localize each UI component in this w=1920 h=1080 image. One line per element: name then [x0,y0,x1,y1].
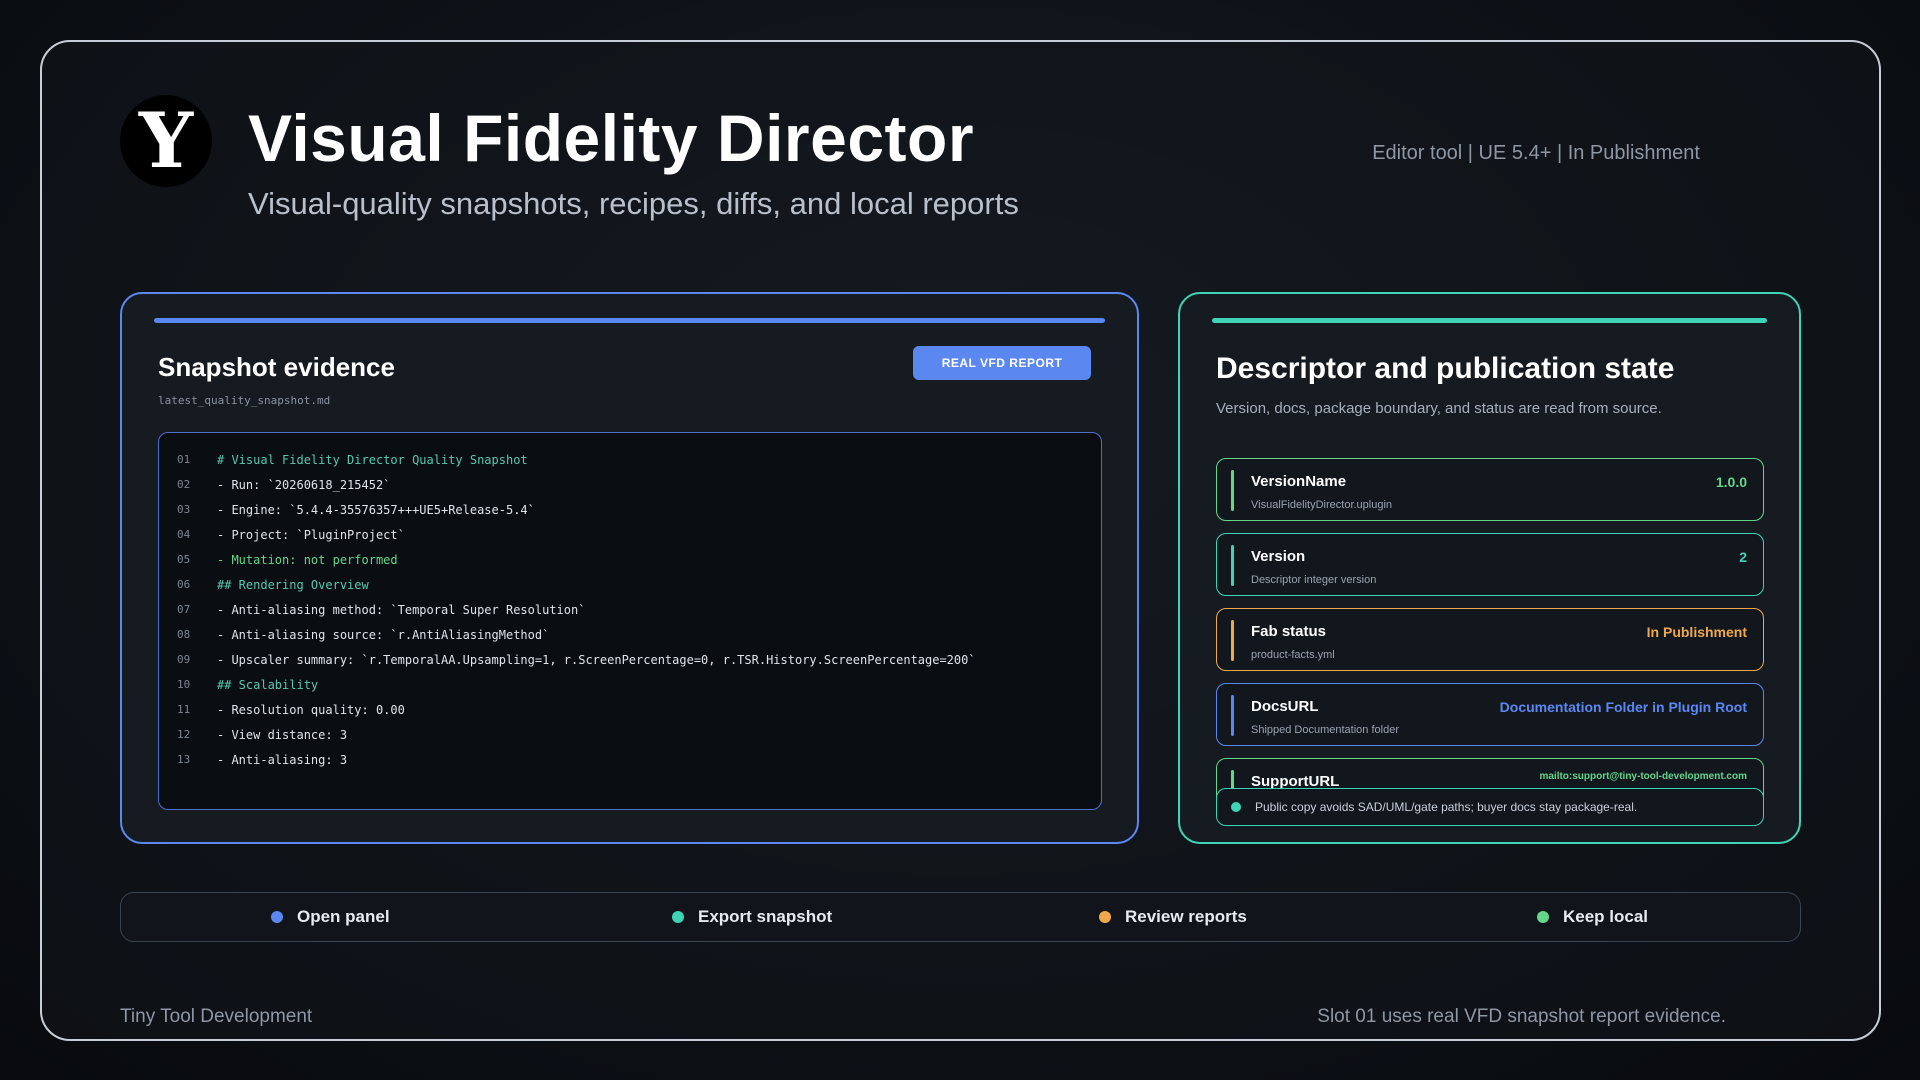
code-line: 07 - Anti-aliasing method: `Temporal Supe… [159,597,1101,622]
keep-local-action[interactable]: Keep local [1537,907,1648,927]
code-line: 08 - Anti-aliasing source: `r.AntiAliasin… [159,622,1101,647]
code-line: 01 # Visual Fidelity Director Quality Sna… [159,447,1101,472]
line-number: 02 [177,478,191,491]
line-text: - Run: `20260618_215452` [217,477,391,492]
line-text: - View distance: 3 [217,727,348,742]
action-dot-icon [672,911,684,923]
card-name: Version [1251,548,1306,565]
panel-accent-bar [154,318,1105,323]
real-vfd-report-button[interactable]: REAL VFD REPORT [913,346,1091,380]
code-line: 06 ## Rendering Overview [159,572,1101,597]
line-text: - Anti-aliasing source: `r.AntiAliasingM… [217,627,550,642]
code-line: 04 - Project: `PluginProject` [159,522,1101,547]
export-snapshot-action[interactable]: Export snapshot [672,907,832,927]
card-value: 2 [1739,549,1747,565]
card-name: VersionName [1251,473,1347,490]
descriptor-panel: Descriptor and publication state Version… [1178,292,1801,844]
logo-letter: Y [138,96,194,185]
card-subtitle: product-facts.yml [1251,649,1335,661]
card-accent-bar [1231,620,1234,661]
code-line: 11 - Resolution quality: 0.00 [159,697,1101,722]
line-text: - Anti-aliasing: 3 [217,752,348,767]
line-text: - Engine: `5.4.4-35576357+++UE5+Release-… [217,502,535,517]
footer-caption: Slot 01 uses real VFD snapshot report ev… [1317,1006,1726,1027]
code-line: 10 ## Scalability [159,672,1101,697]
fab-status-card[interactable]: Fab status product-facts.yml In Publishmen… [1216,608,1764,671]
line-number: 10 [177,678,191,691]
line-number: 08 [177,628,191,641]
line-number: 09 [177,653,191,666]
snapshot-code-viewer[interactable]: 01 # Visual Fidelity Director Quality Sna… [158,432,1102,810]
action-dot-icon [1099,911,1111,923]
action-label: Export snapshot [698,907,833,926]
line-text: ## Scalability [217,677,319,692]
action-dot-icon [1537,911,1549,923]
card-accent-bar [1231,470,1234,511]
note-dot-icon [1231,802,1241,812]
line-number: 06 [177,578,191,591]
card-value: In Publishment [1646,624,1747,640]
panel-accent-bar [1212,318,1767,323]
card-value: Documentation Folder in Plugin Root [1499,699,1747,715]
line-number: 04 [177,528,191,541]
line-number: 13 [177,753,191,766]
card-subtitle: Descriptor integer version [1251,574,1377,586]
descriptor-panel-title: Descriptor and publication state [1216,352,1675,385]
line-text: ## Rendering Overview [217,577,369,592]
header-meta: Editor tool | UE 5.4+ | In Publishment [1372,142,1700,164]
review-reports-action[interactable]: Review reports [1099,907,1247,927]
snapshot-panel-title: Snapshot evidence [158,352,395,382]
page-subtitle: Visual-quality snapshots, recipes, diffs… [248,186,1019,221]
code-line: 09 - Upscaler summary: `r.TemporalAA.Upsa… [159,647,1101,672]
action-dot-icon [271,911,283,923]
publication-note: Public copy avoids SAD/UML/gate paths; b… [1216,788,1764,826]
action-label: Review reports [1125,907,1247,926]
line-text: # Visual Fidelity Director Quality Snaps… [217,452,528,467]
line-number: 03 [177,503,191,516]
descriptor-card-list[interactable]: VersionName VisualFidelityDirector.uplugi… [1216,458,1764,820]
code-line: 03 - Engine: `5.4.4-35576357+++UE5+Releas… [159,497,1101,522]
line-text: - Resolution quality: 0.00 [217,702,405,717]
code-line: 02 - Run: `20260618_215452` [159,472,1101,497]
version-name-card[interactable]: VersionName VisualFidelityDirector.uplugi… [1216,458,1764,521]
code-line: 05 - Mutation: not performed [159,547,1101,572]
snapshot-evidence-panel: Snapshot evidence latest_quality_snapsho… [120,292,1139,844]
card-value: mailto:support@tiny-tool-development.com [1539,771,1747,782]
brand-logo: Y [120,95,212,187]
card-name: DocsURL [1251,698,1319,715]
snapshot-filename: latest_quality_snapshot.md [158,394,331,407]
line-text: - Upscaler summary: `r.TemporalAA.Upsamp… [217,652,976,667]
descriptor-description: Version, docs, package boundary, and sta… [1216,400,1662,417]
line-number: 07 [177,603,191,616]
line-number: 05 [177,553,191,566]
card-accent-bar [1231,695,1234,736]
open-panel-action[interactable]: Open panel [271,907,390,927]
card-subtitle: Shipped Documentation folder [1251,724,1399,736]
card-subtitle: VisualFidelityDirector.uplugin [1251,499,1393,511]
card-value: 1.0.0 [1715,474,1747,490]
code-line: 13 - Anti-aliasing: 3 [159,747,1101,772]
docs-url-card[interactable]: DocsURL Shipped Documentation folder Docum… [1216,683,1764,746]
version-card[interactable]: Version Descriptor integer version 2 [1216,533,1764,596]
card-name: Fab status [1251,623,1327,640]
line-text: - Anti-aliasing method: `Temporal Super … [217,602,586,617]
line-text: - Project: `PluginProject` [217,527,405,542]
line-text: - Mutation: not performed [217,552,398,567]
action-label: Open panel [297,907,390,926]
page-title: Visual Fidelity Director [248,101,975,175]
action-bar: Open panel Export snapshot Review reports K… [120,892,1801,942]
line-number: 11 [177,703,191,716]
line-number: 12 [177,728,191,741]
card-accent-bar [1231,545,1234,586]
action-label: Keep local [1563,907,1649,926]
line-number: 01 [177,453,191,466]
note-text: Public copy avoids SAD/UML/gate paths; b… [1255,800,1638,814]
footer-company: Tiny Tool Development [120,1006,313,1027]
code-line: 12 - View distance: 3 [159,722,1101,747]
